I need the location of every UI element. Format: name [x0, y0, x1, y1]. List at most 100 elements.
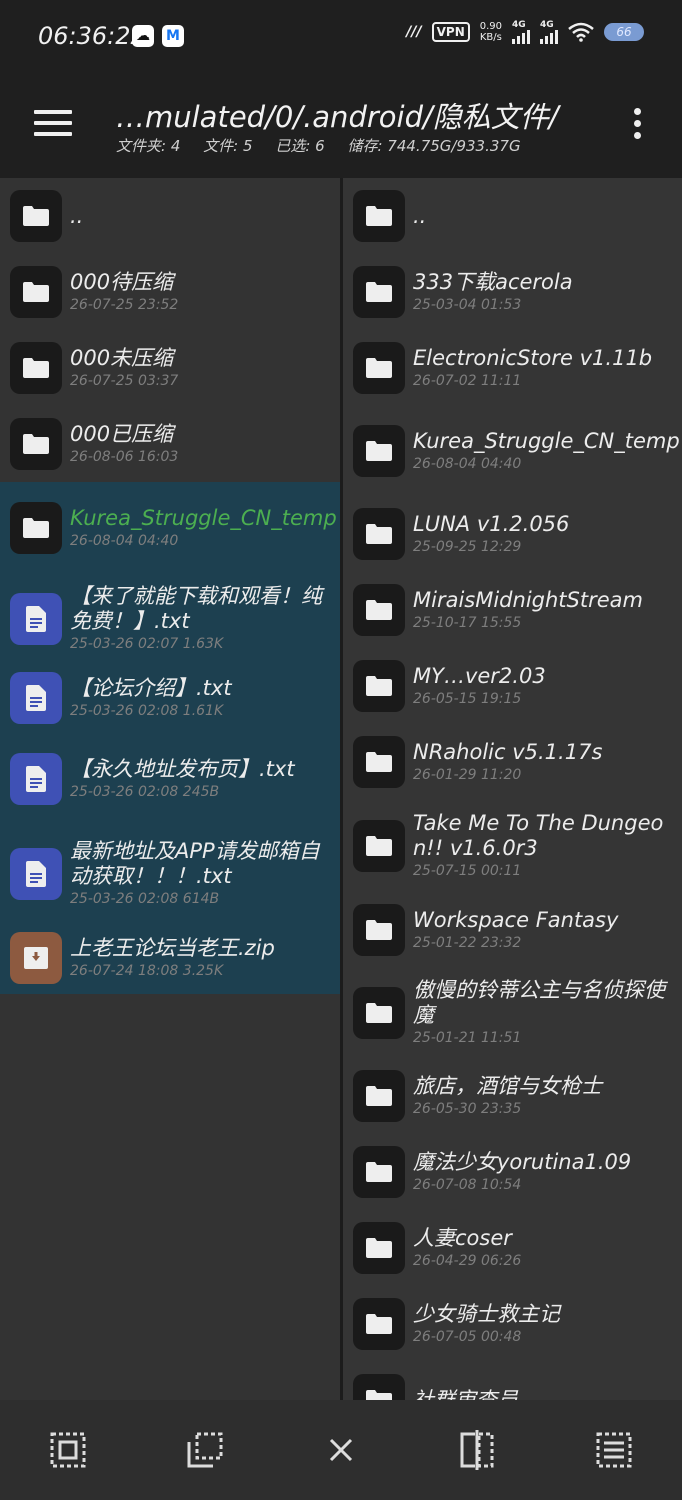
list-item[interactable]: 333下载acerola 25-03-04 01:53 [343, 254, 682, 330]
item-name: 社群审查员 [413, 1387, 518, 1401]
speed-unit: KB/s [479, 32, 502, 43]
right-file-panel[interactable]: .. 333下载acerola 25-03-04 01:53 Electronic… [343, 178, 682, 1400]
list-item[interactable]: Kurea_Struggle_CN_temp 26-08-04 04:40 [343, 406, 682, 496]
list-item[interactable]: .. [0, 178, 340, 254]
item-meta: 26-07-02 11:11 [413, 372, 522, 389]
app-notification-icon: ☁ [132, 25, 154, 47]
item-name: Kurea_Struggle_CN_temp [413, 428, 680, 453]
more-options-icon[interactable] [634, 108, 642, 144]
item-meta: 25-10-17 15:55 [413, 614, 522, 631]
list-item[interactable]: 【来了就能下载和观看！纯免费！】.txt 25-03-26 02:07 1.63K [0, 574, 340, 664]
folder-icon [10, 342, 62, 394]
item-name: 少女骑士救主记 [413, 1301, 560, 1326]
item-meta: 25-03-04 01:53 [413, 296, 522, 313]
item-name: Kurea_Struggle_CN_temp [70, 505, 337, 530]
folder-icon [353, 190, 405, 242]
list-item[interactable]: 人妻coser 26-04-29 06:26 [343, 1210, 682, 1286]
list-item[interactable]: 000已压缩 26-08-06 16:03 [0, 406, 340, 482]
item-meta: 26-07-25 23:52 [70, 296, 179, 313]
folder-icon [353, 987, 405, 1039]
item-meta: 26-08-04 04:40 [70, 532, 179, 549]
item-meta: 26-01-29 11:20 [413, 766, 522, 783]
left-file-panel[interactable]: .. 000待压缩 26-07-25 23:52 000未压缩 26-07-25 0… [0, 178, 340, 1400]
select-range-icon [187, 1432, 223, 1468]
cancel-selection-button[interactable] [311, 1420, 371, 1480]
item-meta: 26-05-15 19:15 [413, 690, 522, 707]
select-all-button[interactable] [38, 1420, 98, 1480]
list-view-icon [596, 1432, 632, 1468]
item-name: Take Me To The Dungeon!! v1.6.0r3 [413, 811, 664, 860]
list-item[interactable]: 【永久地址发布页】.txt 25-03-26 02:08 245B [0, 732, 340, 826]
folder-icon [353, 1070, 405, 1122]
folder-icon [353, 342, 405, 394]
current-path[interactable]: …mulated/0/.android/隐私文件/ [116, 94, 596, 136]
list-item[interactable]: .. [343, 178, 682, 254]
item-meta: 25-01-22 23:32 [413, 934, 522, 951]
folder-count: 文件夹: 4 [116, 137, 181, 155]
list-item[interactable]: LUNA v1.2.056 25-09-25 12:29 [343, 496, 682, 572]
list-item[interactable]: 傲慢的铃蒂公主与名侦探使魔 25-01-21 11:51 [343, 968, 682, 1058]
text-file-icon [10, 672, 62, 724]
list-item[interactable]: MY…ver2.03 26-05-15 19:15 [343, 648, 682, 724]
list-item[interactable]: 【论坛介绍】.txt 25-03-26 02:08 1.61K [0, 664, 340, 732]
item-name: 000待压缩 [70, 269, 174, 294]
item-meta: 26-07-25 03:37 [70, 372, 179, 389]
invert-selection-icon [460, 1430, 494, 1470]
text-file-icon [10, 753, 62, 805]
list-item[interactable]: 000未压缩 26-07-25 03:37 [0, 330, 340, 406]
list-item[interactable]: 魔法少女yorutina1.09 26-07-08 10:54 [343, 1134, 682, 1210]
list-item[interactable]: 最新地址及APP请发邮箱自动获取！！！.txt 25-03-26 02:08 61… [0, 826, 340, 922]
list-item[interactable]: 旅店，酒馆与女枪士 26-05-30 23:35 [343, 1058, 682, 1134]
item-name: 人妻coser [413, 1225, 512, 1250]
item-name: 000已压缩 [70, 421, 174, 446]
list-item[interactable]: ElectronicStore v1.11b 26-07-02 11:11 [343, 330, 682, 406]
notification-icons: ☁ M [132, 25, 184, 47]
list-item[interactable]: NRaholic v5.1.17s 26-01-29 11:20 [343, 724, 682, 800]
select-range-button[interactable] [175, 1420, 235, 1480]
list-item[interactable]: 000待压缩 26-07-25 23:52 [0, 254, 340, 330]
item-meta: 26-07-05 00:48 [413, 1328, 522, 1345]
sim2-network-type: 4G [540, 20, 554, 30]
invert-selection-button[interactable] [447, 1420, 507, 1480]
folder-icon [10, 190, 62, 242]
list-item[interactable]: Kurea_Struggle_CN_temp 26-08-04 04:40 [0, 482, 340, 574]
item-meta: 25-01-21 11:51 [413, 1030, 522, 1046]
item-name: .. [413, 203, 427, 228]
bottom-toolbar [0, 1400, 682, 1500]
item-name: MiraisMidnightStream [413, 587, 643, 612]
archive-file-icon [10, 932, 62, 984]
app-bar: …mulated/0/.android/隐私文件/ 文件夹: 4 文件: 5 已… [0, 78, 682, 178]
list-item[interactable]: Take Me To The Dungeon!! v1.6.0r3 25-07-1… [343, 800, 682, 892]
list-view-button[interactable] [584, 1420, 644, 1480]
item-name: 000未压缩 [70, 345, 174, 370]
status-time: 06:36:22 [38, 22, 146, 50]
item-name: 上老王论坛当老王.zip [70, 935, 275, 960]
list-item[interactable]: 社群审查员 [343, 1362, 682, 1400]
item-name: 【论坛介绍】.txt [70, 675, 232, 700]
selected-count: 已选: 6 [275, 137, 325, 155]
folder-icon [353, 736, 405, 788]
item-meta: 26-08-06 16:03 [70, 448, 179, 465]
signal-brand-icon: /// [406, 24, 422, 40]
item-meta: 26-04-29 06:26 [413, 1252, 522, 1269]
vpn-badge: VPN [431, 22, 470, 42]
folder-icon [353, 425, 405, 477]
item-meta: 26-07-08 10:54 [413, 1176, 522, 1193]
item-name: 旅店，酒馆与女枪士 [413, 1073, 602, 1098]
item-name: ElectronicStore v1.11b [413, 345, 653, 370]
list-item[interactable]: 上老王论坛当老王.zip 26-07-24 18:08 3.25K [0, 922, 340, 994]
item-name: Workspace Fantasy [413, 907, 619, 932]
menu-icon[interactable] [34, 110, 72, 138]
file-count: 文件: 5 [203, 137, 253, 155]
folder-icon [353, 820, 405, 872]
battery-icon: 66 [604, 23, 644, 41]
item-meta: 25-03-26 02:08 1.61K [70, 702, 224, 719]
list-item[interactable]: 少女骑士救主记 26-07-05 00:48 [343, 1286, 682, 1362]
folder-icon [353, 904, 405, 956]
folder-icon [353, 660, 405, 712]
text-file-icon [10, 593, 62, 645]
list-item[interactable]: Workspace Fantasy 25-01-22 23:32 [343, 892, 682, 968]
folder-icon [353, 584, 405, 636]
list-item[interactable]: MiraisMidnightStream 25-10-17 15:55 [343, 572, 682, 648]
path-info: 文件夹: 4 文件: 5 已选: 6 储存: 744.75G/933.37G [116, 135, 539, 156]
